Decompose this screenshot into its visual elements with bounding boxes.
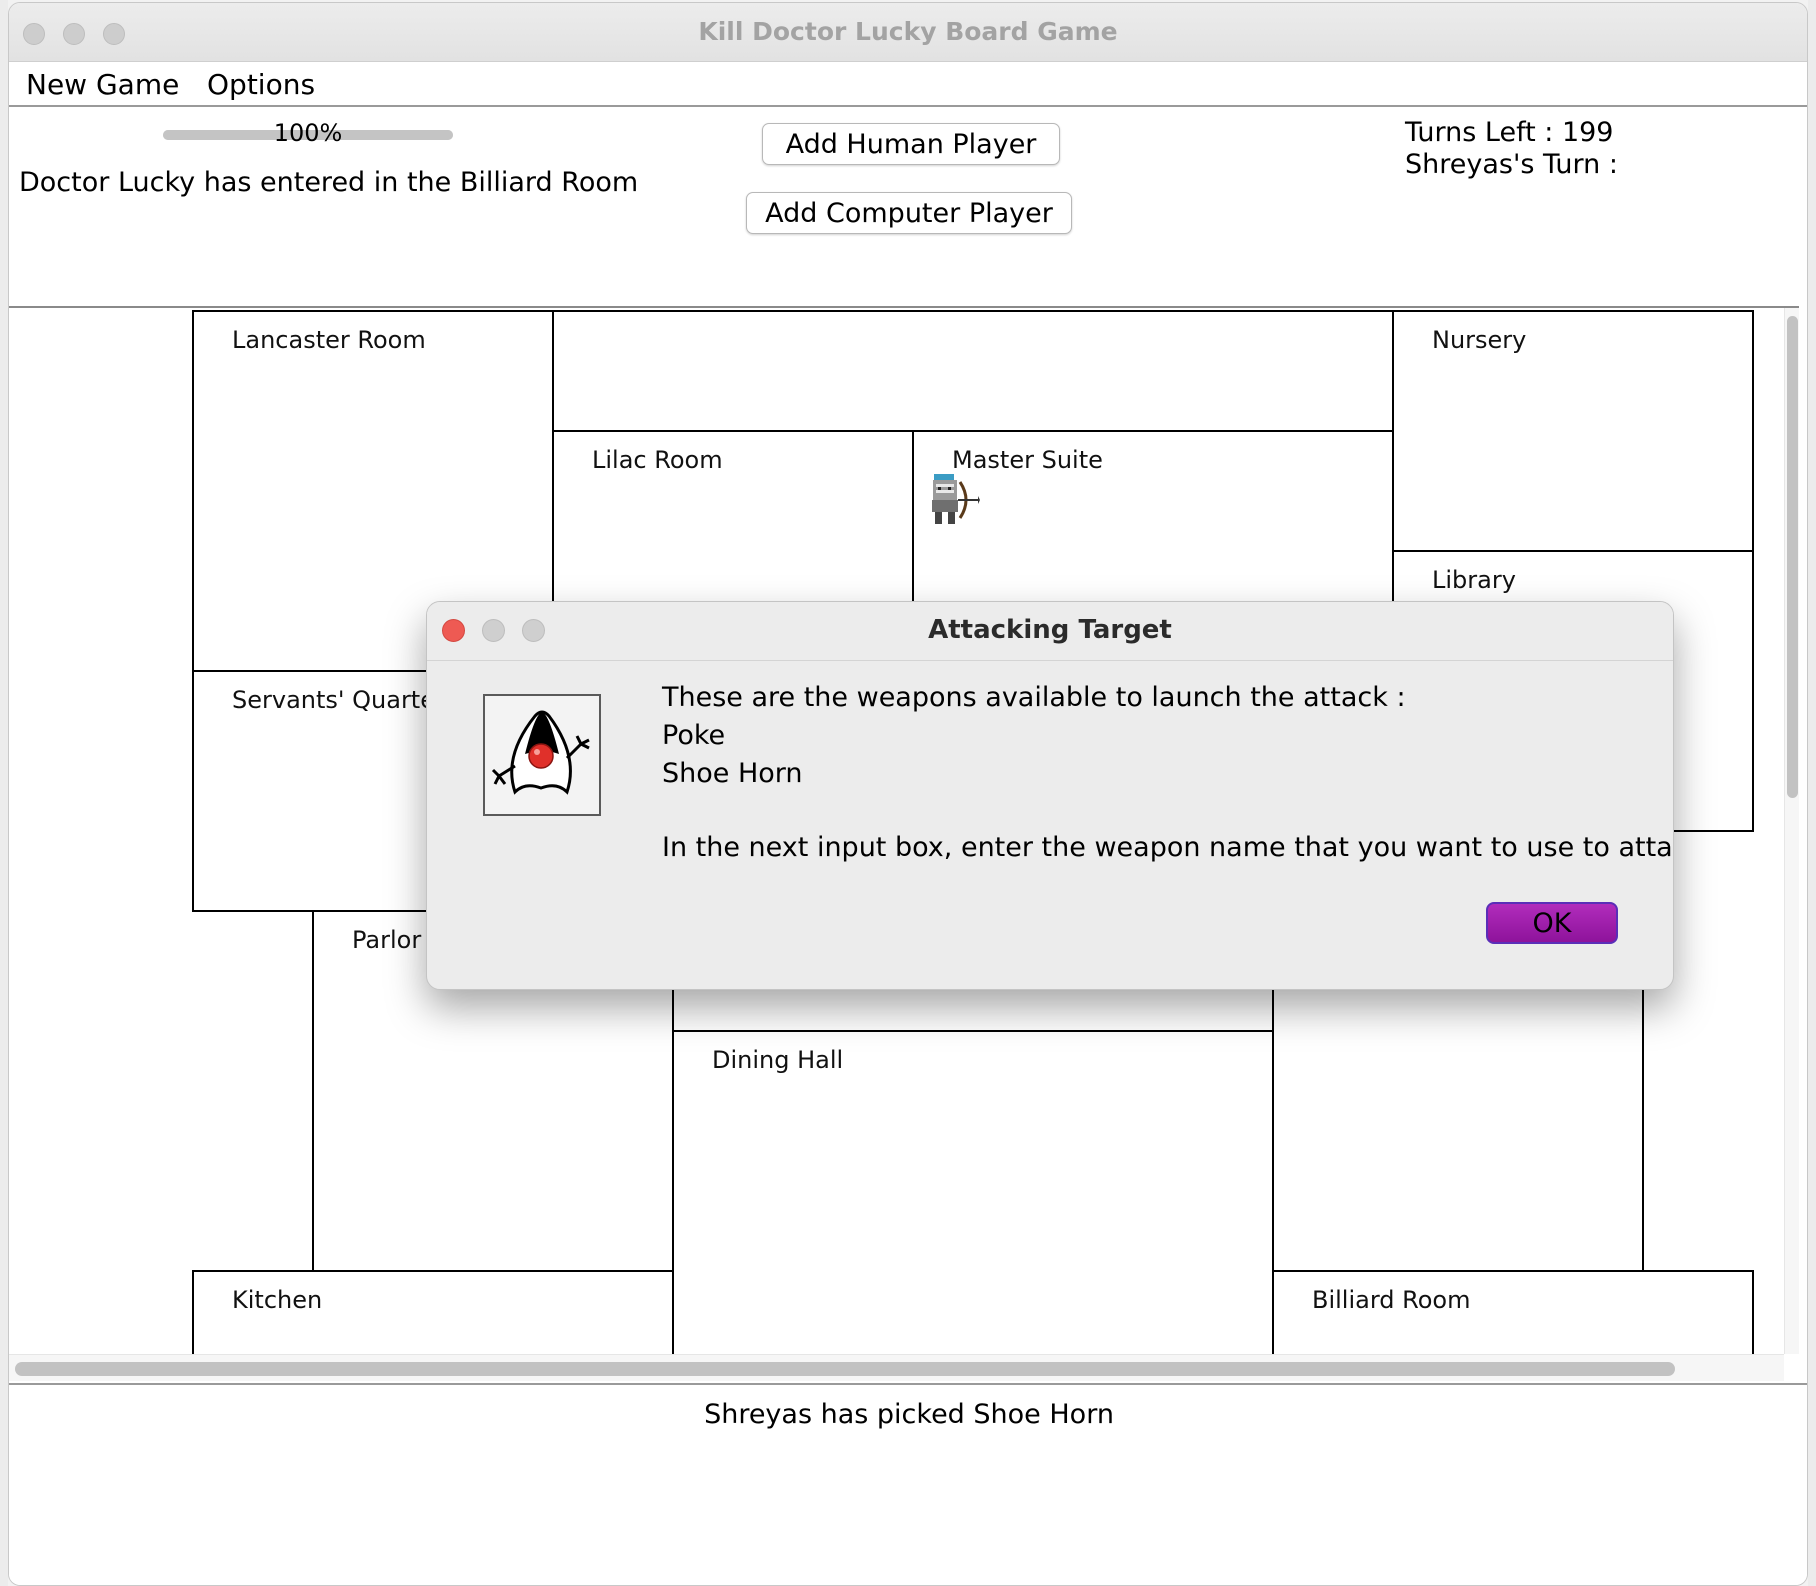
bottom-panel: Shreyas has picked Shoe Horn [9,1383,1807,1585]
weapon-option-poke: Poke [662,720,726,751]
room-label: Dining Hall [712,1046,844,1074]
progress-label: 100% [273,119,343,147]
dialog-title: Attacking Target [928,615,1172,645]
menu-new-game[interactable]: New Game [26,68,179,101]
room-label: Billiard Room [1312,1286,1471,1314]
dialog-message-line: These are the weapons available to launc… [662,682,1406,713]
turns-left-label: Turns Left : 199 [1405,117,1614,148]
room-label: Lilac Room [592,446,723,474]
current-turn-label: Shreyas's Turn : [1405,149,1618,180]
room-nursery[interactable]: Nursery [1392,310,1754,552]
action-log-message: Shreyas has picked Shoe Horn [704,1399,1114,1430]
attacking-target-dialog: Attacking Target These are the weapons a… [426,601,1674,990]
top-panel: 100% Doctor Lucky has entered in the Bil… [9,107,1807,307]
dialog-titlebar[interactable]: Attacking Target [427,602,1673,661]
status-message: Doctor Lucky has entered in the Billiard… [19,167,639,198]
room-label: Lancaster Room [232,326,426,354]
menu-options[interactable]: Options [207,68,315,101]
desktop-background-left [0,0,8,1586]
add-computer-player-button[interactable]: Add Computer Player [746,192,1072,234]
room-label: Servants' Quarters [232,686,458,714]
dialog-instruction: In the next input box, enter the weapon … [662,832,1674,863]
window-title: Kill Doctor Lucky Board Game [698,17,1118,46]
menu-bar: New Game Options [9,62,1807,107]
desktop-background-right [1808,0,1816,1586]
vertical-scroll-thumb[interactable] [1787,316,1798,798]
archer-sprite-icon[interactable] [922,470,980,528]
room-label: Nursery [1432,326,1527,354]
room-unlabeled-top[interactable] [552,310,1394,432]
ok-button[interactable]: OK [1486,902,1618,944]
room-label: Library [1432,566,1516,594]
java-duke-icon [483,694,601,816]
room-label: Kitchen [232,1286,323,1314]
room-dining-hall[interactable]: Dining Hall [672,1030,1274,1370]
weapon-option-shoe-horn: Shoe Horn [662,758,803,789]
horizontal-scroll-thumb[interactable] [15,1362,1675,1376]
vertical-scrollbar[interactable] [1784,308,1799,1354]
room-label: Parlor [352,926,422,954]
add-human-player-button[interactable]: Add Human Player [762,123,1060,165]
horizontal-scrollbar[interactable] [9,1354,1784,1381]
window-titlebar[interactable]: Kill Doctor Lucky Board Game [9,3,1807,62]
